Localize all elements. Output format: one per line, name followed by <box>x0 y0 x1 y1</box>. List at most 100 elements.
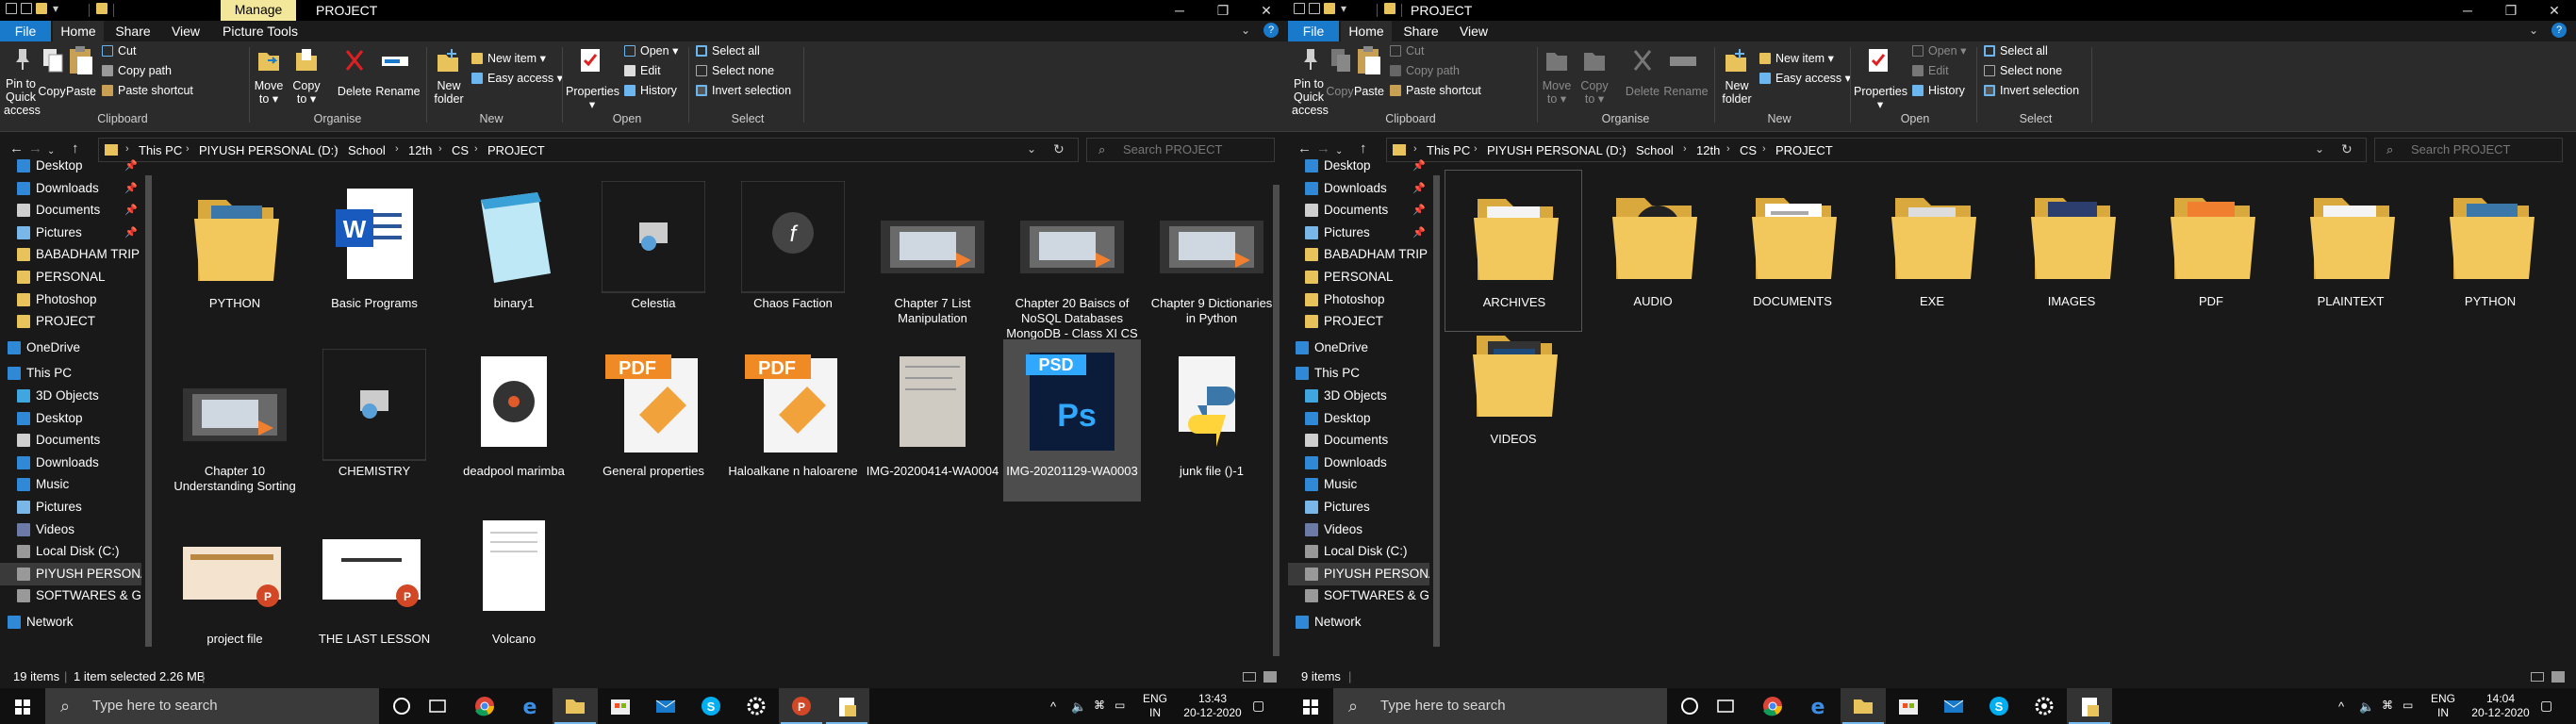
rename-button[interactable]: Rename <box>375 85 421 98</box>
file-item[interactable]: Celestia <box>585 172 722 334</box>
file-explorer-taskbar-icon[interactable] <box>1841 688 1886 724</box>
breadcrumb-cs[interactable]: CS <box>1740 143 1757 158</box>
file-item[interactable]: W Basic Programs <box>305 172 443 334</box>
folder-item[interactable]: VIDEOS <box>1445 307 1582 469</box>
nav-item-babadham-trip[interactable]: BABADHAM TRIP <box>0 243 141 266</box>
copy-to-button[interactable]: Copy to ▾ <box>290 79 322 106</box>
quick-access-dropdown-icon[interactable]: ▾ <box>53 2 58 15</box>
tab-picture-tools[interactable]: Picture Tools <box>215 21 305 41</box>
task-view-icon[interactable] <box>1703 688 1748 724</box>
scroll-thumb[interactable] <box>1433 175 1440 647</box>
file-item[interactable]: IMG-20200414-WA0004 <box>864 339 1001 502</box>
file-item[interactable]: Volcano <box>445 507 583 669</box>
rename-button[interactable]: Rename <box>1663 85 1709 98</box>
folder-item[interactable]: PYTHON <box>2421 170 2559 332</box>
volume-icon[interactable]: 🔈 <box>1071 699 1086 714</box>
properties-quick-icon[interactable] <box>21 3 32 14</box>
file-item[interactable]: P THE LAST LESSON <box>305 507 443 669</box>
store-icon[interactable] <box>598 688 643 724</box>
new-folder-button[interactable]: New folder <box>430 79 468 106</box>
file-item[interactable]: junk file ()-1 <box>1143 339 1280 502</box>
battery-icon[interactable]: ▭ <box>2403 699 2413 713</box>
move-to-button[interactable]: Move to ▾ <box>1541 79 1573 106</box>
file-item[interactable]: Chapter 7 List Manipulation <box>864 172 1001 334</box>
battery-icon[interactable]: ▭ <box>1115 699 1125 713</box>
nav-item-photoshop[interactable]: Photoshop <box>1288 288 1429 311</box>
new-folder-quick-icon[interactable] <box>1324 3 1335 14</box>
chrome-icon[interactable] <box>1750 688 1795 724</box>
paste-button[interactable]: Paste <box>1352 85 1386 98</box>
nav-item-piyush-persona[interactable]: PIYUSH PERSONA <box>0 562 149 585</box>
close-button[interactable]: ✕ <box>2533 0 2576 21</box>
file-item[interactable]: PSD Ps IMG-20201129-WA0003 <box>1003 339 1141 502</box>
breadcrumb-project[interactable]: PROJECT <box>1775 143 1833 158</box>
breadcrumb-drive[interactable]: PIYUSH PERSONAL (D:) <box>199 143 339 158</box>
nav-item-downloads[interactable]: Downloads <box>0 452 141 474</box>
new-folder-button[interactable]: New folder <box>1718 79 1756 106</box>
file-item[interactable]: Chapter 20 Baiscs of NoSQL Databases Mon… <box>1003 172 1141 340</box>
minimize-button[interactable]: ─ <box>1158 0 1201 21</box>
chrome-icon[interactable] <box>462 688 507 724</box>
skype-icon[interactable]: S <box>1976 688 2022 724</box>
nav-item-this-pc[interactable]: This PC› <box>1288 362 1429 385</box>
address-bar[interactable]: › This PC › PIYUSH PERSONAL (D:) › Schoo… <box>98 138 1079 162</box>
properties-quick-icon[interactable] <box>1309 3 1320 14</box>
properties-button[interactable]: Properties ▾ <box>1854 85 1907 111</box>
store-icon[interactable] <box>1886 688 1931 724</box>
new-item-button[interactable]: New item ▾ <box>1759 51 1834 66</box>
minimize-button[interactable]: ─ <box>2446 0 2489 21</box>
cut-button[interactable]: Cut <box>102 43 136 58</box>
breadcrumb-project[interactable]: PROJECT <box>487 143 545 158</box>
nav-item-documents[interactable]: Documents 📌 <box>1288 199 1429 222</box>
nav-item-pictures[interactable]: Pictures 📌 <box>0 222 141 244</box>
nav-item-network[interactable]: Network› <box>0 611 141 634</box>
new-item-button[interactable]: New item ▾ <box>471 51 546 66</box>
address-bar[interactable]: › This PC › PIYUSH PERSONAL (D:) › Schoo… <box>1386 138 2367 162</box>
quick-access-dropdown-icon[interactable]: ▾ <box>1341 2 1346 15</box>
properties-button[interactable]: Properties ▾ <box>566 85 619 111</box>
taskbar-search[interactable]: ⌕ Type here to search <box>1333 688 1667 724</box>
delete-button[interactable]: Delete <box>1620 85 1665 98</box>
tab-home[interactable]: Home <box>1341 21 1392 41</box>
nav-item-music[interactable]: Music <box>1288 473 1429 496</box>
edit-button[interactable]: Edit <box>624 63 661 78</box>
folder-item[interactable]: AUDIO <box>1584 170 1722 332</box>
nav-item-network[interactable]: Network› <box>1288 611 1429 634</box>
nav-item-downloads[interactable]: Downloads 📌 <box>1288 177 1429 200</box>
navigation-scrollbar[interactable] <box>1429 166 1445 666</box>
select-none-button[interactable]: Select none <box>1984 63 2062 78</box>
breadcrumb-this-pc[interactable]: This PC <box>139 143 182 158</box>
close-button[interactable]: ✕ <box>1245 0 1288 21</box>
history-button[interactable]: History <box>1912 83 1965 98</box>
copy-button[interactable]: Copy <box>38 85 66 98</box>
nav-item-videos[interactable]: Videos <box>1288 518 1429 541</box>
maximize-button[interactable]: ❐ <box>2489 0 2533 21</box>
file-item[interactable]: f Chaos Faction <box>724 172 862 334</box>
content-scrollbar[interactable] <box>1269 175 1282 666</box>
taskbar-search[interactable]: ⌕ Type here to search <box>45 688 379 724</box>
clock[interactable]: 14:04 20-12-2020 <box>2463 692 2538 720</box>
nav-item-desktop[interactable]: Desktop 📌 <box>1288 155 1429 177</box>
document-taskbar-icon[interactable] <box>824 688 869 724</box>
collapse-ribbon-icon[interactable]: ⌄ <box>2529 24 2538 37</box>
start-button[interactable] <box>0 688 45 724</box>
nav-item-pictures[interactable]: Pictures 📌 <box>1288 222 1429 244</box>
tab-share[interactable]: Share <box>1395 21 1446 41</box>
scroll-thumb[interactable] <box>145 175 152 647</box>
nav-item-documents[interactable]: Documents 📌 <box>0 199 141 222</box>
file-item[interactable]: Chapter 9 Dictionaries in Python <box>1143 172 1280 334</box>
delete-button[interactable]: Delete <box>332 85 377 98</box>
volume-icon[interactable]: 🔈 <box>2359 699 2374 714</box>
start-button[interactable] <box>1288 688 1333 724</box>
show-hidden-icons[interactable]: ^ <box>1050 699 1056 714</box>
search-box[interactable]: ⌕ Search PROJECT <box>1086 138 1275 162</box>
network-icon[interactable]: ⌘ <box>1094 699 1105 713</box>
task-view-icon[interactable] <box>415 688 460 724</box>
pin-quick-access-button[interactable]: Pin to Quick access <box>4 77 41 117</box>
nav-item-videos[interactable]: Videos <box>0 518 141 541</box>
copy-button[interactable]: Copy <box>1326 85 1354 98</box>
select-none-button[interactable]: Select none <box>696 63 774 78</box>
folder-item[interactable]: PYTHON <box>166 172 304 334</box>
language-indicator[interactable]: ENG IN <box>2429 692 2457 720</box>
nav-item-project[interactable]: PROJECT <box>1288 310 1429 333</box>
